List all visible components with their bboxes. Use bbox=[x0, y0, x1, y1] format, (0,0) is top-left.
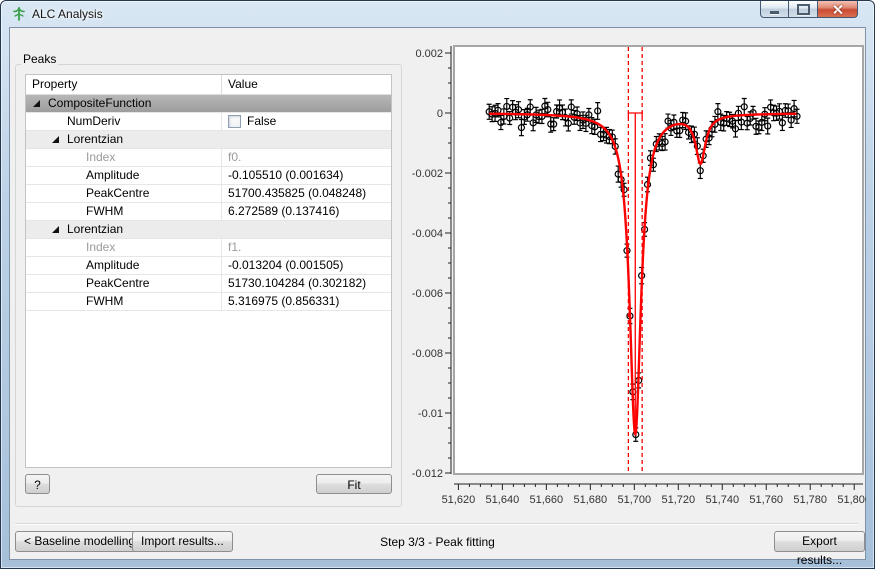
property-name: Amplitude bbox=[86, 257, 139, 274]
property-value: -0.013204 (0.001505) bbox=[221, 257, 391, 274]
svg-text:0.002: 0.002 bbox=[415, 48, 443, 60]
svg-text:51,640: 51,640 bbox=[486, 494, 520, 506]
expander-icon[interactable] bbox=[52, 136, 59, 143]
property-table-rows: CompositeFunctionNumDeriv False Lorentzian… bbox=[26, 95, 391, 311]
window-title: ALC Analysis bbox=[32, 7, 103, 21]
column-header-value: Value bbox=[221, 75, 391, 94]
minimize-icon bbox=[770, 11, 779, 14]
value-text: 51730.104284 (0.302182) bbox=[228, 275, 366, 292]
property-row-compositefunction[interactable]: CompositeFunction bbox=[26, 95, 391, 113]
property-row-fwhm[interactable]: FWHM 5.316975 (0.856331) bbox=[26, 293, 391, 311]
property-value: 51700.435825 (0.048248) bbox=[221, 185, 391, 202]
property-name: Index bbox=[86, 239, 115, 256]
property-row-fwhm[interactable]: FWHM 6.272589 (0.137416) bbox=[26, 203, 391, 221]
svg-text:51,720: 51,720 bbox=[661, 494, 695, 506]
maximize-button[interactable] bbox=[789, 1, 817, 18]
property-row-index[interactable]: Index f0. bbox=[26, 149, 391, 167]
value-text: -0.013204 (0.001505) bbox=[228, 257, 343, 274]
svg-text:51,620: 51,620 bbox=[442, 494, 476, 506]
svg-text:51,680: 51,680 bbox=[574, 494, 608, 506]
column-header-property: Property bbox=[26, 75, 221, 94]
expander-icon[interactable] bbox=[33, 100, 40, 107]
close-icon bbox=[832, 4, 843, 15]
property-row-numderiv[interactable]: NumDeriv False bbox=[26, 113, 391, 131]
property-value: f0. bbox=[221, 149, 391, 166]
plot-svg[interactable]: 51,620 51,640 51,660 51,680 51,700 51,720 51,7… bbox=[411, 41, 866, 516]
alc-analysis-window: ALC Analysis Peaks Property Value Compos… bbox=[0, 0, 875, 569]
window-controls bbox=[760, 1, 858, 18]
property-name: Index bbox=[86, 149, 115, 166]
svg-text:-0.006: -0.006 bbox=[412, 288, 443, 300]
maximize-icon bbox=[797, 4, 810, 15]
property-value: 51730.104284 (0.302182) bbox=[221, 275, 391, 292]
property-row-index[interactable]: Index f1. bbox=[26, 239, 391, 257]
fit-button[interactable]: Fit bbox=[316, 474, 392, 494]
svg-text:51,740: 51,740 bbox=[705, 494, 739, 506]
property-name: Lorentzian bbox=[67, 131, 123, 148]
peaks-group-label: Peaks bbox=[21, 52, 58, 66]
property-name: NumDeriv bbox=[67, 113, 120, 130]
property-name: PeakCentre bbox=[86, 185, 149, 202]
peak-fitting-plot[interactable]: 51,620 51,640 51,660 51,680 51,700 51,720 51,7… bbox=[411, 41, 866, 516]
property-row-lorentzian[interactable]: Lorentzian bbox=[26, 221, 391, 239]
svg-text:51,700: 51,700 bbox=[617, 494, 651, 506]
help-button[interactable]: ? bbox=[25, 474, 50, 494]
export-results-button[interactable]: Export results... bbox=[774, 531, 865, 552]
title-bar[interactable]: ALC Analysis bbox=[1, 1, 874, 27]
property-name: PeakCentre bbox=[86, 275, 149, 292]
step-label: Step 3/3 - Peak fitting bbox=[10, 535, 865, 549]
value-text: f1. bbox=[228, 239, 241, 256]
svg-text:51,780: 51,780 bbox=[793, 494, 827, 506]
property-value: False bbox=[221, 113, 391, 130]
property-name: Amplitude bbox=[86, 167, 139, 184]
property-row-peakcentre[interactable]: PeakCentre 51700.435825 (0.048248) bbox=[26, 185, 391, 203]
svg-text:-0.012: -0.012 bbox=[412, 468, 443, 480]
svg-text:-0.008: -0.008 bbox=[412, 348, 443, 360]
value-text: 51700.435825 (0.048248) bbox=[228, 185, 366, 202]
property-name: FWHM bbox=[86, 293, 123, 310]
numderiv-checkbox[interactable] bbox=[228, 115, 241, 128]
svg-text:51,800: 51,800 bbox=[837, 494, 866, 506]
svg-text:51,760: 51,760 bbox=[749, 494, 783, 506]
svg-text:51,660: 51,660 bbox=[530, 494, 564, 506]
expander-icon[interactable] bbox=[52, 226, 59, 233]
property-row-peakcentre[interactable]: PeakCentre 51730.104284 (0.302182) bbox=[26, 275, 391, 293]
mantid-logo-icon bbox=[11, 6, 27, 22]
property-value: 5.316975 (0.856331) bbox=[221, 293, 391, 310]
property-row-lorentzian[interactable]: Lorentzian bbox=[26, 131, 391, 149]
value-text: f0. bbox=[228, 149, 241, 166]
footer-separator bbox=[15, 523, 858, 525]
property-table-header: Property Value bbox=[26, 75, 391, 95]
property-value: f1. bbox=[221, 239, 391, 256]
svg-text:-0.01: -0.01 bbox=[418, 408, 443, 420]
property-row-amplitude[interactable]: Amplitude -0.105510 (0.001634) bbox=[26, 167, 391, 185]
minimize-button[interactable] bbox=[760, 1, 789, 18]
value-text: 6.272589 (0.137416) bbox=[228, 203, 339, 220]
svg-text:-0.004: -0.004 bbox=[412, 228, 443, 240]
property-table[interactable]: Property Value CompositeFunctionNumDeriv… bbox=[25, 74, 392, 468]
property-value: -0.105510 (0.001634) bbox=[221, 167, 391, 184]
value-text: False bbox=[247, 113, 276, 130]
svg-text:0: 0 bbox=[437, 108, 443, 120]
value-text: -0.105510 (0.001634) bbox=[228, 167, 343, 184]
property-name: FWHM bbox=[86, 203, 123, 220]
value-text: 5.316975 (0.856331) bbox=[228, 293, 339, 310]
svg-text:-0.002: -0.002 bbox=[412, 168, 443, 180]
dialog-body: Peaks Property Value CompositeFunctionNu… bbox=[9, 27, 866, 560]
property-value: 6.272589 (0.137416) bbox=[221, 203, 391, 220]
property-row-amplitude[interactable]: Amplitude -0.013204 (0.001505) bbox=[26, 257, 391, 275]
property-name: CompositeFunction bbox=[48, 95, 151, 112]
property-name: Lorentzian bbox=[67, 221, 123, 238]
close-button[interactable] bbox=[817, 1, 858, 18]
